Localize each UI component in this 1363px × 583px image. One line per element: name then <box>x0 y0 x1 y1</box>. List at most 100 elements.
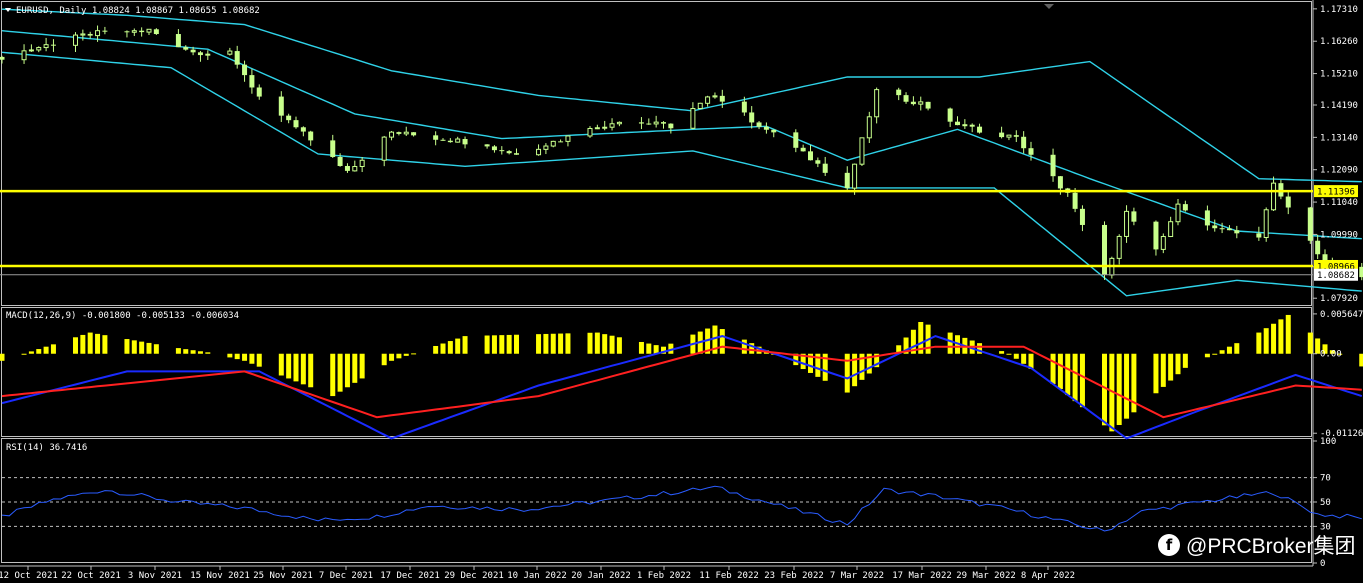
macd-histogram-bar <box>1006 353 1012 355</box>
candle-body-bull <box>550 140 556 147</box>
macd-histogram-bar <box>1160 353 1166 387</box>
candle-body-bull <box>1271 182 1277 211</box>
macd-histogram-bar <box>455 338 461 354</box>
candle-body-bull <box>28 49 34 52</box>
candle-body-bear <box>153 29 159 35</box>
candle-body-bear <box>1057 176 1063 189</box>
macd-histogram-bar <box>514 334 519 354</box>
candle-body-bull <box>616 121 622 125</box>
candle-body-bear <box>433 135 439 140</box>
macd-histogram-bar <box>227 353 233 358</box>
candle-body-bull <box>587 127 593 137</box>
macd-histogram-bar <box>1079 353 1085 408</box>
candles <box>0 25 1363 281</box>
macd-histogram-bar <box>1175 353 1181 375</box>
watermark: f @PRCBroker集团 <box>1158 530 1356 560</box>
candle-body-bear <box>286 115 292 121</box>
candle-body-bull <box>565 135 571 142</box>
macd-histogram-bar <box>139 341 145 354</box>
candle-body-bear <box>462 139 468 145</box>
rsi-tick-label: 0 <box>1320 559 1325 569</box>
macd-histogram-bar <box>1256 332 1262 354</box>
candle-body-bear <box>1226 228 1232 231</box>
candle-body-bull <box>705 96 711 104</box>
candle-body-bull <box>852 163 858 189</box>
macd-histogram-bar <box>1065 353 1071 396</box>
macd-histogram-bar <box>359 353 365 379</box>
macd-histogram-bar <box>550 333 556 354</box>
rsi-tick-label: 100 <box>1320 437 1336 447</box>
candle-body-bull <box>712 95 718 98</box>
candle-body-bear <box>668 123 674 129</box>
candle-body-bear <box>293 120 299 128</box>
macd-histogram-bar <box>1182 353 1188 368</box>
macd-histogram-bar <box>1057 353 1063 390</box>
macd-histogram-bar <box>175 348 181 354</box>
candle-body-bear <box>925 101 931 109</box>
macd-histogram-bar <box>999 351 1005 354</box>
candle-body-bear <box>249 75 255 88</box>
candle-body-bear <box>800 147 806 152</box>
time-tick-label: 8 Apr 2022 <box>1021 571 1075 581</box>
candle-body-bull <box>36 47 42 51</box>
price-tick-label: 1.09990 <box>1320 230 1358 240</box>
candle-body-bull <box>653 121 659 125</box>
candle-body-bear <box>1072 192 1078 209</box>
macd-histogram-bar <box>741 339 747 354</box>
macd-histogram-bar <box>50 344 56 354</box>
candle-body-bull <box>874 89 880 118</box>
rsi-header: RSI(14) 36.7416 <box>6 443 87 453</box>
macd-histogram-bar <box>491 335 497 354</box>
time-tick-label: 3 Nov 2021 <box>128 571 182 581</box>
time-tick-label: 20 Jan 2022 <box>571 571 631 581</box>
candle-body-bear <box>514 153 519 155</box>
macd-histogram-bar <box>1072 353 1078 402</box>
candle-body-bull <box>381 136 387 161</box>
candle-body-bear <box>124 31 130 33</box>
candle-body-bull <box>1124 210 1130 237</box>
candle-body-bull <box>543 145 549 150</box>
triangle-down-icon[interactable] <box>1044 4 1054 9</box>
macd-histogram-bar <box>87 332 93 354</box>
chart-header[interactable]: EURUSD, Daily 1.08824 1.08867 1.08655 1.… <box>5 6 260 16</box>
price-tick-label: 1.07920 <box>1320 294 1358 304</box>
candle-body-bear <box>300 127 306 132</box>
macd-tick-label: 0.005647 <box>1320 310 1363 320</box>
candle-body-bear <box>1307 207 1313 241</box>
macd-histogram-bar <box>506 334 512 354</box>
candle-body-bear <box>139 30 145 33</box>
candle-body-bear <box>1212 225 1218 229</box>
macd-histogram-bar <box>403 353 409 356</box>
candle-body-bear <box>1204 210 1210 226</box>
candle-body-bear <box>190 49 196 53</box>
current-price-label: 1.08682 <box>1317 271 1355 281</box>
candle-body-bear <box>337 156 343 166</box>
time-tick-label: 15 Nov 2021 <box>190 571 250 581</box>
candle-body-bear <box>558 141 564 143</box>
time-tick-label: 29 Dec 2021 <box>444 571 504 581</box>
time-tick-label: 7 Mar 2022 <box>830 571 884 581</box>
macd-histogram-bar <box>536 334 542 354</box>
candle-body-bull <box>1168 221 1174 238</box>
macd-histogram-bar <box>447 341 453 354</box>
macd-histogram-bar <box>80 334 86 354</box>
candle-body-bull <box>359 159 365 168</box>
macd-histogram-bar <box>1021 353 1027 364</box>
candle-body-bear <box>396 132 402 134</box>
macd-histogram-bar <box>278 353 284 376</box>
candle-body-bear <box>278 96 284 116</box>
candle-body-bear <box>771 129 777 133</box>
rsi-panel-frame <box>1 438 1312 563</box>
candle-body-bear <box>499 150 505 152</box>
candle-body-bear <box>50 44 56 46</box>
bollinger-upper-line <box>1 8 1362 183</box>
candle-body-bear <box>1102 224 1107 276</box>
macd-histogram-bar <box>1153 353 1159 394</box>
time-tick-label: 12 Oct 2021 <box>0 571 58 581</box>
candle-body-bear <box>756 122 762 127</box>
price-tick-label: 1.15210 <box>1320 70 1358 80</box>
candle-body-bear <box>308 131 314 141</box>
macd-histogram-bar <box>411 353 417 355</box>
trading-chart[interactable]: 1.17310 1.16260 1.15210 1.14190 1.13140 1.120… <box>0 0 1363 583</box>
time-tick-label: 25 Nov 2021 <box>253 571 313 581</box>
